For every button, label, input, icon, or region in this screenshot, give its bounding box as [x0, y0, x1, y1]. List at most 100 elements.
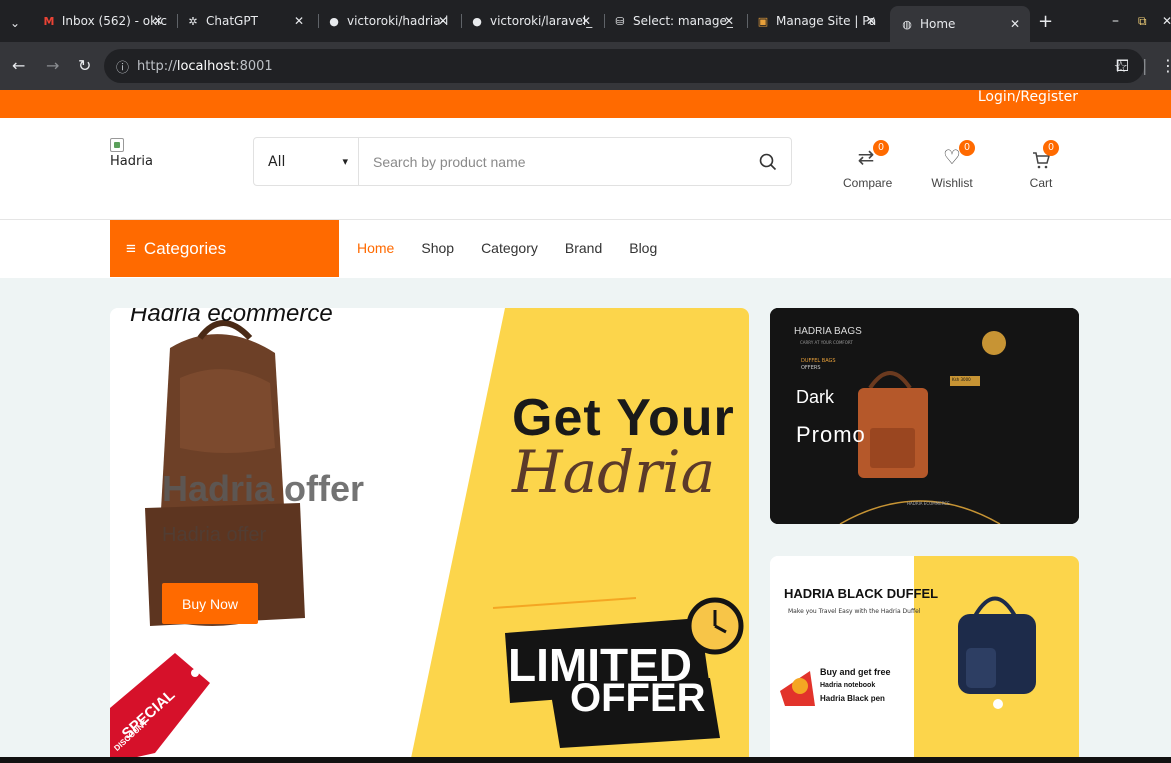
- nav-item-category[interactable]: Category: [481, 240, 538, 256]
- compare-button[interactable]: ⇄ 0 Compare: [843, 140, 893, 190]
- promo-banner-dark[interactable]: HADRIA BAGS CARRY AT YOUR COMFORT DUFFEL…: [770, 308, 1079, 524]
- extensions-icon[interactable]: ⧠: [1116, 56, 1129, 76]
- tab-home[interactable]: ◍ Home ✕: [890, 6, 1030, 42]
- banner1-tagline: CARRY AT YOUR COMFORT: [800, 340, 853, 345]
- promo-banner-duffel[interactable]: HADRIA BLACK DUFFEL Make you Travel Easy…: [770, 556, 1079, 763]
- banner2-offer-line2: Hadria notebook: [820, 682, 876, 689]
- banner1-footer: HADRIA ECOMMERCE: [907, 501, 950, 506]
- banner1-overlay-dark: Dark: [796, 387, 835, 407]
- browser-tab-strip: ⌄ M Inbox (562) - okic ✕ ✲ ChatGPT ✕ ● v…: [0, 0, 1171, 42]
- category-select[interactable]: All ▾: [254, 138, 359, 185]
- tab-label: Manage Site | Pa: [776, 14, 877, 28]
- address-bar: ← → ↻ ⓘ http://localhost:8001 ☆ ⧠ | ⋮: [0, 42, 1171, 90]
- banner1-duffel-label: DUFFEL BAGS: [801, 358, 836, 364]
- banner2-offer: Buy and get free Hadria notebook Hadria …: [820, 666, 891, 705]
- nav-item-blog[interactable]: Blog: [629, 240, 657, 256]
- broken-image-icon: [110, 138, 124, 152]
- close-icon[interactable]: ✕: [294, 14, 304, 28]
- tab-chatgpt[interactable]: ✲ ChatGPT ✕: [186, 8, 308, 34]
- forward-icon: →: [46, 56, 60, 75]
- hero-promo-title: Hadria offer: [162, 468, 365, 509]
- buy-now-button[interactable]: Buy Now: [162, 583, 258, 624]
- tab-label: Inbox (562) - okic: [61, 14, 167, 28]
- close-icon[interactable]: ✕: [581, 14, 591, 28]
- wishlist-button[interactable]: ♡ 0 Wishlist: [929, 140, 975, 190]
- compare-count-badge: 0: [873, 140, 889, 156]
- main-content: Hadria ecommerce Get Your Hadria LIMITED…: [0, 278, 1171, 763]
- banner1-brand: HADRIA BAGS: [794, 326, 862, 337]
- url-scheme: http://: [137, 58, 177, 74]
- wishlist-label: Wishlist: [931, 176, 973, 190]
- tab-label: victoroki/laravel_: [490, 14, 593, 28]
- banner1-offers-label: OFFERS: [801, 365, 821, 371]
- site-header: Hadria All ▾ ⇄0 Compare ♡0 Wishlist 0 Ca…: [0, 118, 1171, 220]
- banner2-offer-line1: Buy and get free: [820, 667, 891, 677]
- cart-button[interactable]: 0 Cart: [1021, 140, 1061, 190]
- url-host: localhost: [176, 58, 236, 74]
- banner2-subtitle: Make you Travel Easy with the Hadria Duf…: [788, 608, 921, 615]
- menu-icon[interactable]: ⋮: [1160, 56, 1171, 75]
- reload-icon[interactable]: ↻: [78, 56, 91, 75]
- tab-github-2[interactable]: ● victoroki/laravel_ ✕: [470, 8, 595, 34]
- close-icon[interactable]: ✕: [153, 14, 163, 28]
- banner1-price: Ksh 3000: [952, 377, 971, 382]
- hero-slider: Hadria ecommerce Get Your Hadria LIMITED…: [110, 308, 749, 763]
- wishlist-count-badge: 0: [959, 140, 975, 156]
- nav-item-home[interactable]: Home: [357, 240, 394, 256]
- nav-item-shop[interactable]: Shop: [421, 240, 454, 256]
- close-icon[interactable]: ✕: [438, 14, 448, 28]
- globe-icon: ◍: [902, 17, 912, 31]
- cart-label: Cart: [1029, 176, 1053, 190]
- tab-search-dropdown-icon[interactable]: ⌄: [10, 10, 30, 36]
- tab-label: Home: [920, 17, 956, 31]
- minimize-icon[interactable]: –: [1112, 8, 1119, 34]
- tab-select[interactable]: ⛁ Select: manage_ ✕: [613, 8, 738, 34]
- db-icon: ⛁: [615, 14, 625, 28]
- tab-manage-site[interactable]: ▣ Manage Site | Pa ✕: [756, 8, 880, 34]
- logo-alt-text: Hadria: [110, 154, 153, 169]
- bottom-edge: [0, 757, 1171, 763]
- search-input[interactable]: [359, 138, 745, 185]
- hero-image-offer: OFFER: [570, 676, 706, 720]
- new-tab-icon[interactable]: +: [1038, 8, 1053, 34]
- hero-image-script: Hadria: [512, 438, 716, 506]
- hero-promo-subtitle: Hadria offer: [162, 524, 267, 546]
- chevron-down-icon: ▾: [342, 155, 348, 168]
- url-field[interactable]: ⓘ http://localhost:8001 ☆: [104, 49, 1144, 83]
- search-form: All ▾: [253, 137, 792, 186]
- categories-label: Categories: [143, 238, 227, 258]
- chatgpt-icon: ✲: [188, 14, 198, 28]
- search-button[interactable]: [745, 138, 791, 185]
- top-strip: Login/Register: [0, 89, 1171, 118]
- site-info-icon[interactable]: ⓘ: [116, 57, 129, 76]
- main-nav: ≡ Categories Home Shop Category Brand Bl…: [0, 220, 1171, 278]
- restore-icon[interactable]: ⧉: [1138, 8, 1147, 34]
- tab-gmail[interactable]: M Inbox (562) - okic ✕: [42, 8, 167, 34]
- site-logo[interactable]: Hadria: [110, 138, 153, 169]
- banner2-title: HADRIA BLACK DUFFEL: [784, 586, 939, 601]
- nav-menu: Home Shop Category Brand Blog: [357, 240, 657, 256]
- tab-github-1[interactable]: ● victoroki/hadria-l ✕: [327, 8, 452, 34]
- compare-label: Compare: [843, 176, 893, 190]
- banner1-duffel: DUFFEL BAGS OFFERS: [801, 358, 836, 372]
- back-icon[interactable]: ←: [12, 56, 25, 75]
- nav-item-brand[interactable]: Brand: [565, 240, 602, 256]
- close-icon[interactable]: ✕: [866, 14, 876, 28]
- cart-count-badge: 0: [1043, 140, 1059, 156]
- hamburger-icon: ≡: [126, 238, 136, 258]
- banner1-overlay-promo: Promo: [796, 422, 866, 447]
- login-register-link[interactable]: Login/Register: [978, 89, 1078, 105]
- categories-button[interactable]: ≡ Categories: [110, 220, 339, 277]
- search-icon: [759, 153, 777, 170]
- github-icon: ●: [329, 14, 339, 28]
- close-icon[interactable]: ✕: [1010, 17, 1020, 31]
- close-icon[interactable]: ✕: [724, 14, 734, 28]
- tab-label: ChatGPT: [206, 14, 258, 28]
- tab-label: Select: manage_: [633, 14, 733, 28]
- compare-icon: ⇄: [857, 147, 875, 169]
- gmail-icon: M: [43, 14, 55, 28]
- window-close-icon[interactable]: ✕: [1162, 8, 1171, 34]
- tab-label: victoroki/hadria-l: [347, 14, 449, 28]
- separator: |: [1142, 56, 1148, 75]
- banner2-offer-line3: Hadria Black pen: [820, 694, 885, 703]
